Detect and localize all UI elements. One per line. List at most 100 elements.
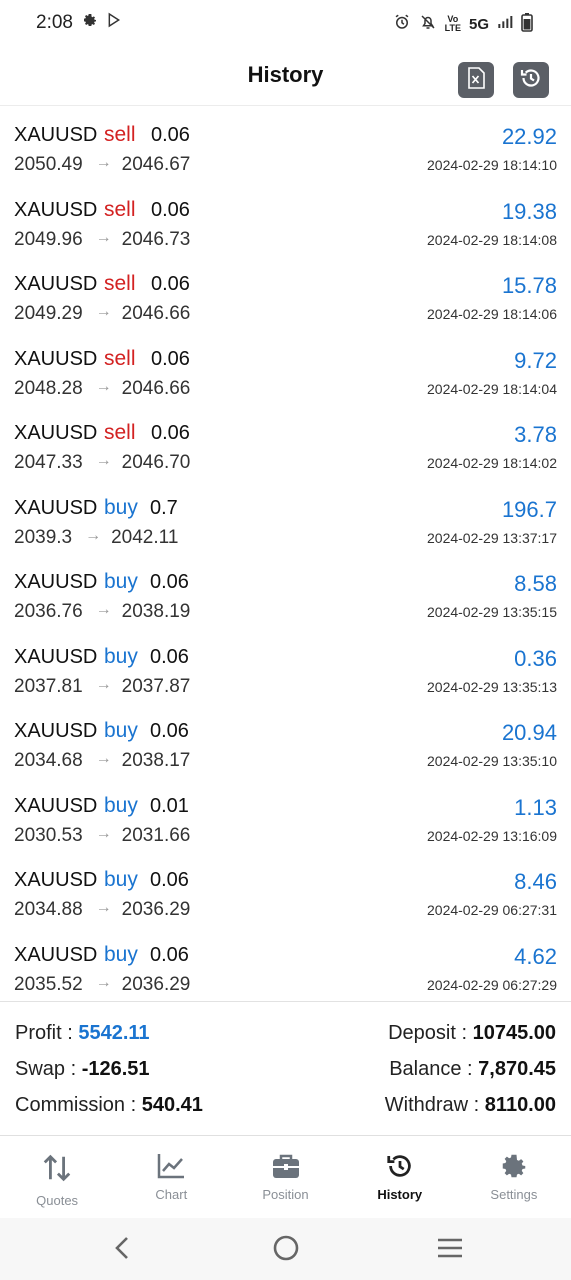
trade-open-price: 2035.52 [14,973,83,995]
balance-value: 7,870.45 [478,1058,556,1080]
trade-close-price: 2038.17 [121,750,191,771]
trade-row[interactable]: XAUUSD sell 0.06 2047.33 → 2046.70 3.78 2024-02… [0,404,571,479]
nav-chart[interactable]: Chart [114,1136,228,1218]
trade-open-price: 2037.81 [14,675,83,697]
nav-position-label: Position [262,1187,309,1202]
trade-profit: 196.7 [501,496,557,522]
nav-settings-label: Settings [490,1187,538,1202]
trade-volume: 0.06 [151,198,190,221]
trade-side: buy [104,570,138,593]
back-button[interactable] [108,1236,136,1264]
swap-label: Swap : [15,1058,77,1080]
trade-volume: 0.01 [150,794,189,817]
trade-profit: 15.78 [501,273,557,298]
trade-time: 2024-02-29 06:27:29 [427,976,557,993]
trade-symbol: XAUUSD [14,794,98,817]
recents-button[interactable] [436,1236,464,1264]
trade-side: buy [104,495,138,519]
trade-open-price: 2036.76 [14,601,83,622]
trade-row[interactable]: XAUUSD buy 0.01 2030.53 → 2031.66 1.13 2024-02-… [0,777,571,852]
commission-value: 540.41 [141,1094,203,1116]
arrow-right-icon: → [95,750,112,767]
trade-row[interactable]: XAUUSD buy 0.06 2037.81 → 2037.87 0.36 2024-02-… [0,628,571,703]
history-icon [519,66,543,95]
trade-symbol: XAUUSD [14,198,98,221]
trade-time: 2024-02-29 13:35:15 [427,604,557,620]
home-icon [272,1234,300,1267]
deposit-summary: Deposit : 10745.00 [388,1022,556,1045]
trade-volume: 0.06 [151,422,190,444]
status-bar: 2:08 Vo LTE 5G [0,0,571,46]
trade-open-price: 2049.29 [14,303,83,324]
trade-time: 2024-02-29 06:27:31 [427,902,557,918]
trade-profit: 8.46 [514,869,557,894]
trade-row[interactable]: XAUUSD sell 0.06 2049.96 → 2046.73 19.38 2024-0… [0,181,571,256]
trade-row[interactable]: XAUUSD buy 0.06 2036.76 → 2038.19 8.58 2024-02-… [0,553,571,628]
trade-row[interactable]: XAUUSD sell 0.06 2049.29 → 2046.66 15.78 2024-0… [0,255,571,330]
trade-row[interactable]: XAUUSD buy 0.06 2034.88 → 2036.29 8.46 2024-02-… [0,851,571,926]
profit-value: 5542.11 [78,1022,150,1044]
trade-time: 2024-02-29 18:14:02 [427,455,557,471]
bottom-navigation: Quotes Chart Position History Settings [0,1135,571,1218]
nav-chart-label: Chart [155,1187,188,1202]
trade-open-price: 2034.68 [14,750,83,771]
trade-volume: 0.06 [151,124,190,146]
trade-profit: 0.36 [514,645,557,671]
nav-history[interactable]: History [343,1136,457,1218]
back-icon [112,1235,132,1266]
trade-side: buy [104,644,138,668]
arrow-right-icon: → [95,154,112,171]
trade-side: buy [104,719,138,742]
trade-side: sell [104,421,136,444]
arrow-right-icon: → [95,452,112,469]
trade-time: 2024-02-29 18:14:06 [427,306,557,322]
trade-time: 2024-02-29 13:35:13 [427,678,557,695]
trade-row[interactable]: XAUUSD buy 0.7 2039.3 → 2042.11 196.7 2024-02-2… [0,479,571,554]
trade-profit: 20.94 [501,720,557,745]
trade-symbol: XAUUSD [14,645,98,668]
profit-summary: Profit : 5542.11 [15,1022,150,1045]
nav-settings[interactable]: Settings [457,1136,571,1218]
trade-volume: 0.7 [150,496,178,519]
arrow-right-icon: → [85,526,102,544]
trade-time: 2024-02-29 18:14:04 [427,380,557,397]
trade-close-price: 2046.70 [121,452,191,473]
trade-close-price: 2036.29 [121,899,191,920]
export-excel-button[interactable] [458,62,494,98]
arrow-right-icon: → [95,824,112,842]
trade-side: sell [104,123,136,146]
quotes-icon [41,1152,73,1184]
balance-summary: Balance : 7,870.45 [389,1058,556,1081]
commission-label: Commission : [15,1094,137,1116]
deposit-value: 10745.00 [472,1022,556,1044]
deposit-label: Deposit : [388,1022,468,1044]
history-filter-button[interactable] [513,62,549,98]
trade-row[interactable]: XAUUSD buy 0.06 2034.68 → 2038.17 20.94 2024-02… [0,702,571,777]
trade-row[interactable]: XAUUSD buy 0.06 2035.52 → 2036.29 4.62 2024-02-… [0,926,571,1001]
trade-side: sell [104,272,136,295]
trade-volume: 0.06 [151,273,190,295]
network-type: 5G [468,15,489,33]
nav-position[interactable]: Position [228,1136,342,1218]
arrow-right-icon: → [95,973,112,991]
trade-symbol: XAUUSD [14,496,98,519]
trade-side: sell [104,197,136,221]
trade-side: buy [104,942,138,966]
trade-close-price: 2038.19 [121,601,191,622]
arrow-right-icon: → [95,228,112,246]
gear-icon [498,1150,530,1182]
trade-open-price: 2049.96 [14,228,83,250]
nav-quotes[interactable]: Quotes [0,1136,114,1218]
trade-volume: 0.06 [150,869,189,891]
battery-icon [521,12,533,36]
trade-open-price: 2039.3 [14,526,73,548]
trade-symbol: XAUUSD [14,869,98,891]
trade-history-list[interactable]: XAUUSD sell 0.06 2050.49 → 2046.67 22.92 2024-0… [0,106,571,1001]
trade-row[interactable]: XAUUSD sell 0.06 2050.49 → 2046.67 22.92 2024-0… [0,106,571,181]
trade-symbol: XAUUSD [14,720,98,742]
withdraw-summary: Withdraw : 8110.00 [385,1094,556,1117]
trade-close-price: 2037.87 [121,675,191,697]
trade-close-price: 2042.11 [111,526,179,548]
home-button[interactable] [272,1234,300,1267]
trade-row[interactable]: XAUUSD sell 0.06 2048.28 → 2046.66 9.72 2024-02… [0,330,571,405]
